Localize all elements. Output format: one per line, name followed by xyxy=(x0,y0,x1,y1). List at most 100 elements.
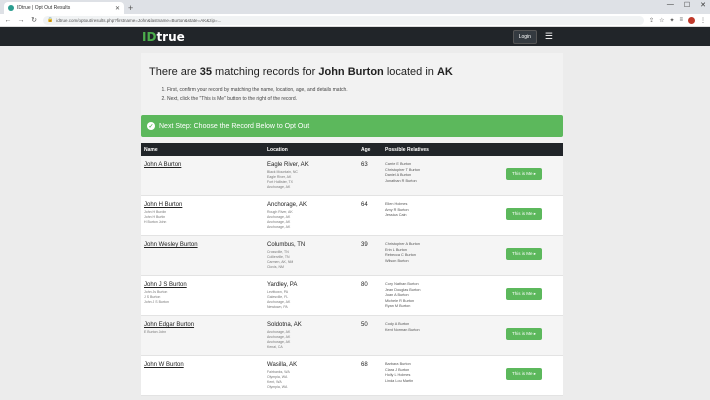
this-is-me-button[interactable]: This is Me ▸ xyxy=(506,288,543,300)
alias-text: H Burton John xyxy=(144,220,167,224)
relative-name: Kent Norman Burton xyxy=(385,327,420,332)
location-cell: Columbus, TN Crossville, TN Collierville, … xyxy=(267,242,361,275)
past-location: Anchorage, AK xyxy=(267,225,291,229)
current-location: Columbus, TN xyxy=(267,242,306,248)
alias-text: John J S Burton xyxy=(144,300,169,304)
table-row: John J S Burton John Js Burton J S Burton J… xyxy=(141,276,563,316)
reload-icon[interactable]: ↻ xyxy=(30,16,38,24)
record-name-link[interactable]: John H Burton xyxy=(144,202,267,208)
header-location: Location xyxy=(267,146,288,153)
relatives-cell: Christopher A Burton Erin L Burton Rebecca… xyxy=(385,242,497,275)
current-location: Yardley, PA xyxy=(267,282,298,288)
results-summary-panel: There are 35 matching records for John B… xyxy=(141,53,563,153)
this-is-me-button[interactable]: This is Me ▸ xyxy=(506,248,543,260)
site-navbar: IDtrue Login ☰ xyxy=(0,27,710,46)
relative-name: Linda Lou Martin xyxy=(385,378,414,383)
this-is-me-button[interactable]: This is Me ▸ xyxy=(506,368,543,380)
location-cell: Yardley, PA Levittown, PA Galesville, FL An… xyxy=(267,282,361,315)
age-cell: 39 xyxy=(361,242,368,248)
reading-list-icon[interactable]: ≡ xyxy=(679,17,683,23)
browser-tab[interactable]: IDtrue | Opt Out Results ✕ xyxy=(4,2,124,14)
close-tab-icon[interactable]: ✕ xyxy=(115,5,120,12)
location-cell: Soldotna, AK Anchorage, AK Anchorage, AK An… xyxy=(267,322,361,355)
results-heading: There are 35 matching records for John B… xyxy=(149,66,453,78)
browser-menu-icon[interactable]: ⋮ xyxy=(700,17,706,24)
name-cell: John Wesley Burton xyxy=(141,242,267,275)
relatives-cell: Cody A Burton Kent Norman Burton xyxy=(385,322,497,355)
record-name-link[interactable]: John A Burton xyxy=(144,162,267,168)
header-relatives: Possible Relatives xyxy=(385,146,429,153)
name-cell: John W Burton xyxy=(141,362,267,395)
current-location: Wasilla, AK xyxy=(267,362,298,368)
results-table: Name Location Age Possible Relatives Joh… xyxy=(141,143,563,396)
table-row: John Wesley Burton Columbus, TN Crossville… xyxy=(141,236,563,276)
location-cell: Wasilla, AK Fairbanks, WA Olympia, WA Kent,… xyxy=(267,362,361,395)
next-step-banner: ✓ Next Step: Choose the Record Below to … xyxy=(141,115,563,137)
past-location: Clovis, NM xyxy=(267,265,284,269)
maximize-icon[interactable]: ☐ xyxy=(684,1,690,9)
this-is-me-button[interactable]: This is Me ▸ xyxy=(506,328,543,340)
record-name-link[interactable]: John W Burton xyxy=(144,362,267,368)
tab-title: IDtrue | Opt Out Results xyxy=(17,5,71,11)
browser-toolbar: ← → ↻ 🔒 idtrue.com/optout/results.php?fi… xyxy=(0,14,710,27)
instruction-step: Next, click the "This is Me" button to t… xyxy=(167,95,555,104)
profile-avatar-icon[interactable] xyxy=(688,16,695,24)
table-row: John H Burton John H Burdin John H Burtin H… xyxy=(141,196,563,236)
record-name-link[interactable]: John Wesley Burton xyxy=(144,242,267,248)
forward-icon[interactable]: → xyxy=(17,17,25,24)
table-row: John W Burton Wasilla, AK Fairbanks, WA Oly… xyxy=(141,356,563,396)
next-step-text: Next Step: Choose the Record Below to Op… xyxy=(159,122,310,130)
past-location: Kenai, CA xyxy=(267,345,283,349)
address-bar[interactable]: 🔒 idtrue.com/optout/results.php?firstnam… xyxy=(43,15,645,25)
bookmark-star-icon[interactable]: ☆ xyxy=(659,17,664,24)
relative-name: Ryan M Burton xyxy=(385,304,411,308)
header-age: Age xyxy=(361,146,371,153)
page-content: There are 35 matching records for John B… xyxy=(0,46,710,400)
this-is-me-button[interactable]: This is Me ▸ xyxy=(506,168,543,180)
past-location: Newtown, PA xyxy=(267,305,288,309)
name-cell: John A Burton xyxy=(141,162,267,195)
age-cell: 80 xyxy=(361,282,368,288)
age-cell: 50 xyxy=(361,322,368,328)
this-is-me-button[interactable]: This is Me ▸ xyxy=(506,208,543,220)
relative-name: Jonathan R Burton xyxy=(385,178,417,183)
instruction-step: First, confirm your record by matching t… xyxy=(167,86,555,95)
new-tab-icon[interactable]: + xyxy=(128,2,133,14)
favicon-icon xyxy=(8,5,14,11)
instructions-list: First, confirm your record by matching t… xyxy=(149,86,555,104)
relative-name: Jessica Cain xyxy=(385,213,407,217)
current-location: Eagle River, AK xyxy=(267,162,309,168)
name-cell: John H Burton John H Burdin John H Burtin H… xyxy=(141,202,267,235)
table-header: Name Location Age Possible Relatives xyxy=(141,143,563,156)
current-location: Soldotna, AK xyxy=(267,322,302,328)
age-cell: 68 xyxy=(361,362,368,368)
window-controls: — ☐ ✕ xyxy=(667,1,706,9)
check-circle-icon: ✓ xyxy=(147,122,155,130)
record-name-link[interactable]: John Edgar Burton xyxy=(144,322,267,328)
relatives-cell: Ellen Holmes Amy R Burton Jessica Cain xyxy=(385,202,497,235)
past-location: Olympia, WA xyxy=(267,385,288,389)
back-icon[interactable]: ← xyxy=(4,17,12,24)
hamburger-menu-icon[interactable]: ☰ xyxy=(545,32,553,41)
age-cell: 64 xyxy=(361,202,368,208)
table-row: John Edgar Burton E Burton John Soldotna, … xyxy=(141,316,563,356)
record-name-link[interactable]: John J S Burton xyxy=(144,282,267,288)
site-logo[interactable]: IDtrue xyxy=(142,30,185,44)
relatives-cell: Cory Nathan Burton Jean Douglas Burton Joa… xyxy=(385,282,497,315)
relative-name: Wilson Burton xyxy=(385,258,409,263)
location-cell: Eagle River, AK Black Mountain, NC Eagle R… xyxy=(267,162,361,195)
age-cell: 63 xyxy=(361,162,368,168)
close-window-icon[interactable]: ✕ xyxy=(700,1,706,9)
lock-icon: 🔒 xyxy=(47,17,54,23)
location-cell: Anchorage, AK Rough River, AK Anchorage, A… xyxy=(267,202,361,235)
current-location: Anchorage, AK xyxy=(267,202,308,208)
name-cell: John J S Burton John Js Burton J S Burton J… xyxy=(141,282,267,315)
minimize-icon[interactable]: — xyxy=(667,1,674,9)
table-row: John A Burton Eagle River, AK Black Mounta… xyxy=(141,156,563,196)
relatives-cell: Carrie E Burton Christopher T Burton Danie… xyxy=(385,162,497,195)
share-icon[interactable]: ⇪ xyxy=(649,17,654,24)
url-text: idtrue.com/optout/results.php?firstname=… xyxy=(56,17,222,23)
extensions-icon[interactable]: ✦ xyxy=(669,17,674,24)
login-button[interactable]: Login xyxy=(512,29,537,44)
relatives-cell: Barbara Burton Clara J Burton Holly L Holm… xyxy=(385,362,497,395)
